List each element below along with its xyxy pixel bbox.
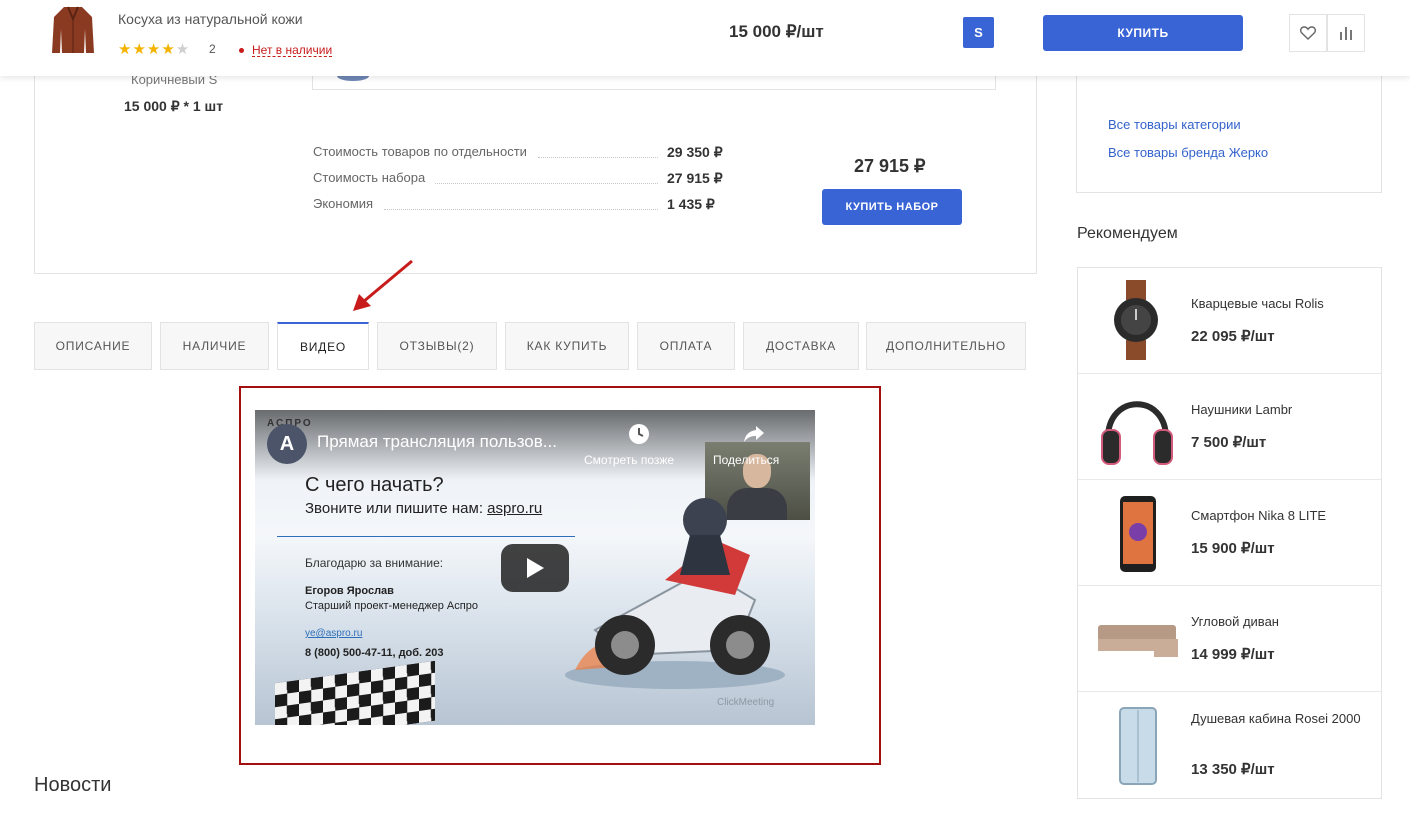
slide-phone: 8 (800) 500-47-11, доб. 203 [305,647,444,659]
tab-delivery[interactable]: ДОСТАВКА [743,322,859,370]
rec-item[interactable]: Смартфон Nika 8 LITE 15 900 ₽/шт [1078,480,1381,586]
share-label[interactable]: Поделиться [713,453,779,467]
rec-item-price: 13 350 ₽/шт [1191,761,1275,778]
play-button[interactable] [501,544,569,592]
jacket-thumbnail-icon[interactable] [52,5,94,55]
tab-description[interactable]: ОПИСАНИЕ [34,322,152,370]
reviews-count[interactable]: 2 [209,42,216,56]
set-total-price: 27 915 ₽ [854,156,926,176]
rec-item-name[interactable]: Наушники Lambr [1191,401,1361,419]
checkered-flag-image [275,660,435,725]
slide-person-role: Старший проект-менеджер Аспро [305,600,478,612]
tab-payment[interactable]: ОПЛАТА [637,322,735,370]
buy-button[interactable]: КУПИТЬ [1043,15,1243,51]
rec-item[interactable]: Кварцевые часы Rolis 22 095 ₽/шт [1078,268,1381,374]
recommendations-list: Кварцевые часы Rolis 22 095 ₽/шт Наушник… [1077,267,1382,799]
compare-chart-icon [1340,27,1352,40]
rating-stars-filled: ★★★★ [118,41,176,58]
tab-how-to-buy[interactable]: КАК КУПИТЬ [505,322,629,370]
set-item-qty: 15 000 ₽ * 1 шт [124,98,224,114]
rec-item-price: 14 999 ₽/шт [1191,646,1275,663]
channel-avatar[interactable]: A [267,424,307,464]
dotted-leader [435,183,658,184]
video-title[interactable]: Прямая трансляция пользов... [317,432,557,452]
slide-heading: С чего начать? [305,474,444,496]
tab-availability[interactable]: НАЛИЧИЕ [160,322,269,370]
set-row-label: Стоимость товаров по отдельности [313,144,527,159]
set-row-value: 1 435 ₽ [667,196,715,212]
compare-button[interactable] [1327,14,1365,52]
smartphone-icon [1120,496,1156,572]
share-icon[interactable] [742,424,766,444]
slide-contact-link: aspro.ru [487,500,543,517]
tab-video[interactable]: ВИДЕО [277,322,369,370]
play-icon [527,558,544,578]
rec-item[interactable]: Душевая кабина Rosei 2000 13 350 ₽/шт [1078,692,1381,798]
rec-item-name[interactable]: Душевая кабина Rosei 2000 [1191,710,1361,728]
slide-thanks: Благодарю за внимание: [305,556,444,570]
news-heading: Новости [34,774,112,796]
sticky-product-header: Косуха из натуральной кожи ★★★★★ 2 Нет в… [0,0,1410,76]
shower-cabin-icon [1119,707,1157,785]
rec-item-price: 7 500 ₽/шт [1191,434,1267,451]
tab-reviews[interactable]: ОТЗЫВЫ(2) [377,322,497,370]
size-selector-button[interactable]: S [963,17,994,48]
all-category-link[interactable]: Все товары категории [1108,117,1241,132]
all-brand-link[interactable]: Все товары бренда Жерко [1108,145,1268,160]
heart-icon [1300,26,1316,40]
slide-contact-line: Звоните или пишите нам: aspro.ru [305,500,542,517]
clock-icon[interactable] [628,423,650,445]
product-price: 15 000 ₽/шт [729,22,824,41]
rec-item-name[interactable]: Смартфон Nika 8 LITE [1191,507,1361,525]
slide-divider [277,536,575,537]
annotation-arrow-icon [353,259,413,311]
slide-email: ye@aspro.ru [305,628,363,639]
motorcycle-image [565,498,785,689]
rating-stars[interactable]: ★★★★★ [118,40,190,58]
rec-item-price: 22 095 ₽/шт [1191,328,1275,345]
dotted-leader [538,157,658,158]
rec-item-price: 15 900 ₽/шт [1191,540,1275,557]
slide-person-name: Егоров Ярослав [305,585,394,597]
rec-item-name[interactable]: Угловой диван [1191,613,1361,631]
rating-stars-empty: ★ [175,41,191,58]
watch-icon [1114,280,1158,360]
buy-set-button[interactable]: КУПИТЬ НАБОР [822,189,962,225]
set-row-label: Стоимость набора [313,170,426,185]
watch-later-label[interactable]: Смотреть позже [584,453,674,467]
stock-status-dot [239,48,244,53]
recommend-heading: Рекомендуем [1077,225,1178,242]
tab-additional[interactable]: ДОПОЛНИТЕЛЬНО [866,322,1026,370]
stock-status-link[interactable]: Нет в наличии [252,44,333,57]
set-row-label: Экономия [313,196,374,211]
product-title[interactable]: Косуха из натуральной кожи [118,11,303,27]
set-row-value: 29 350 ₽ [667,144,723,160]
rec-item-name[interactable]: Кварцевые часы Rolis [1191,295,1361,313]
video-player[interactable]: АСПРО A Прямая трансляция пользов... Смо… [255,410,815,725]
sofa-icon [1098,625,1178,657]
slide-contact-prefix: Звоните или пишите нам: [305,500,488,517]
rec-item[interactable]: Угловой диван 14 999 ₽/шт [1078,586,1381,692]
video-watermark: ClickMeeting [717,697,775,708]
wishlist-button[interactable] [1289,14,1327,52]
dotted-leader [384,209,658,210]
set-row-value: 27 915 ₽ [667,170,723,186]
headphones-icon [1101,401,1173,465]
rec-item[interactable]: Наушники Lambr 7 500 ₽/шт [1078,374,1381,480]
